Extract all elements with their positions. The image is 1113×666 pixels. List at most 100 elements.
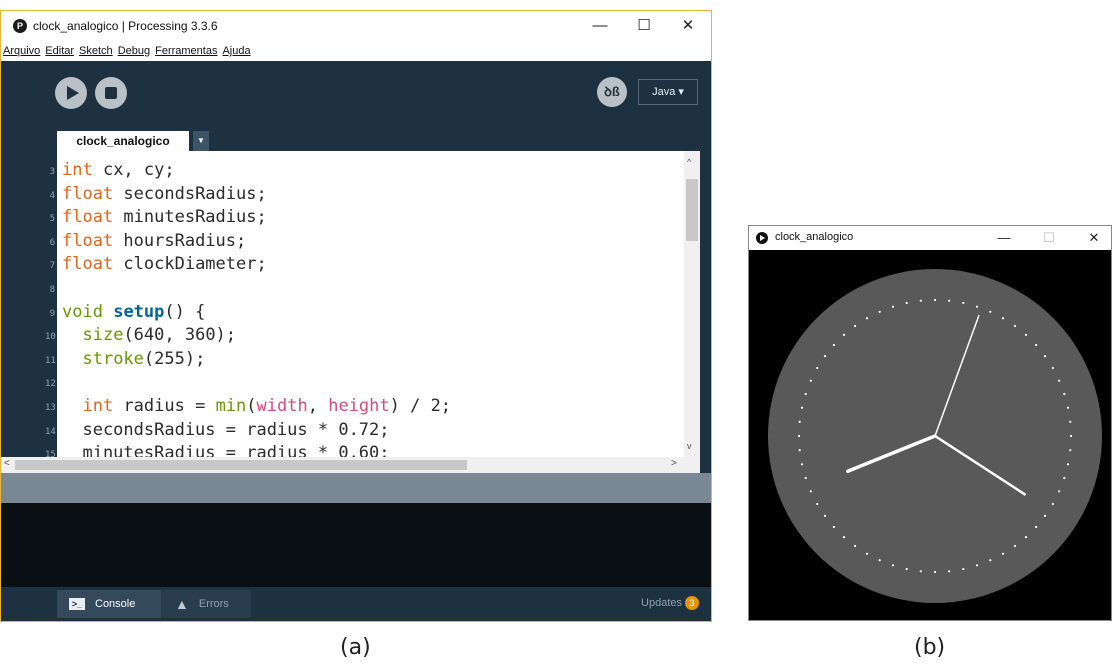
- code-line: float hoursRadius;: [62, 231, 246, 251]
- code-token: float: [62, 254, 114, 275]
- code-token: (640, 360);: [123, 325, 237, 346]
- scroll-left-icon[interactable]: <: [4, 458, 10, 469]
- horizontal-scrollbar[interactable]: < >: [1, 457, 700, 473]
- close-button[interactable]: ✕: [673, 15, 703, 37]
- menu-ajuda[interactable]: Ajuda: [222, 41, 250, 61]
- vertical-scrollbar[interactable]: ^ v: [684, 151, 700, 457]
- minute-dot: [842, 536, 846, 539]
- scroll-up-icon[interactable]: ^: [687, 157, 691, 167]
- code-token: (: [246, 396, 257, 416]
- line-number: 10: [45, 332, 56, 343]
- minute-dot: [1069, 420, 1072, 423]
- updates-button[interactable]: Updates 3: [641, 596, 699, 610]
- code-line: minutesRadius = radius * 0.60;: [62, 443, 390, 457]
- minute-dot: [1013, 544, 1016, 548]
- horizontal-scroll-thumb[interactable]: [15, 460, 467, 470]
- menu-editar[interactable]: Editar: [45, 41, 74, 61]
- maximize-button[interactable]: ☐: [629, 15, 659, 37]
- menu-debug[interactable]: Debug: [118, 41, 150, 61]
- menu-arquivo[interactable]: Arquivo: [3, 41, 40, 61]
- minute-dot: [919, 299, 922, 302]
- minute-dot: [823, 514, 827, 517]
- minute-dot: [797, 434, 801, 438]
- sketch-close-button[interactable]: ✕: [1079, 227, 1109, 249]
- minimize-button[interactable]: —: [585, 15, 615, 37]
- stop-button[interactable]: [95, 77, 127, 109]
- analog-clock-canvas: [749, 250, 1111, 620]
- mode-selector[interactable]: Java ▾: [638, 79, 698, 105]
- code-token: min: [215, 396, 247, 416]
- minute-dot: [962, 567, 965, 571]
- code-token: () {: [164, 301, 206, 322]
- minute-dot: [891, 305, 895, 308]
- minute-dot: [878, 310, 881, 313]
- line-number: 6: [49, 237, 55, 248]
- minute-dot: [1066, 463, 1070, 466]
- console-output: [1, 503, 711, 587]
- ide-toolbar: ꝺß Java ▾: [1, 61, 711, 127]
- code-token: width: [256, 396, 308, 416]
- code-token: cx, cy;: [92, 160, 175, 180]
- code-token: minutesRadius;: [113, 207, 267, 228]
- minute-dot: [842, 333, 846, 336]
- code-line: void setup() {: [62, 302, 205, 322]
- console-tab[interactable]: >_ Console: [57, 590, 161, 618]
- minute-dot: [1063, 476, 1066, 480]
- line-number: 9: [49, 308, 55, 319]
- menu-ferramentas[interactable]: Ferramentas: [155, 41, 217, 61]
- menu-sketch[interactable]: Sketch: [79, 41, 113, 61]
- line-number-gutter: 3 4 5 6 7 8 9 10 11 12 13 14 15: [1, 151, 57, 460]
- scroll-down-icon[interactable]: v: [687, 441, 692, 451]
- run-button[interactable]: [55, 77, 87, 109]
- minute-dot: [1035, 343, 1038, 347]
- code-line: float secondsRadius;: [62, 184, 267, 204]
- minute-dot: [1066, 406, 1070, 409]
- minute-dot: [878, 559, 881, 562]
- minute-dot: [1051, 502, 1054, 506]
- minute-dot: [989, 559, 992, 562]
- line-number: 11: [45, 355, 56, 366]
- ide-window-title: clock_analogico | Processing 3.3.6: [33, 19, 218, 33]
- sketch-titlebar: clock_analogico — ☐ ✕: [749, 226, 1111, 250]
- minute-dot: [1024, 536, 1028, 539]
- minute-dot: [800, 463, 804, 466]
- editor-right-margin: [700, 151, 711, 473]
- tab-clock-analogico[interactable]: clock_analogico: [57, 131, 189, 151]
- minute-dot: [1001, 552, 1005, 555]
- ide-titlebar: P clock_analogico | Processing 3.3.6 — ☐…: [1, 11, 711, 41]
- line-number: 4: [49, 190, 55, 201]
- line-number: 3: [49, 167, 55, 177]
- minute-dot: [975, 305, 979, 308]
- menu-bar: Arquivo Editar Sketch Debug Ferramentas Ajuda: [1, 41, 711, 61]
- sketch-minimize-button[interactable]: —: [989, 227, 1019, 249]
- errors-tab[interactable]: ▲ Errors: [161, 590, 251, 618]
- minute-dot: [1013, 324, 1016, 328]
- scroll-right-icon[interactable]: >: [671, 458, 677, 469]
- minute-dot: [823, 355, 827, 358]
- code-token: float: [62, 183, 114, 204]
- minute-dot: [854, 544, 857, 548]
- minute-dot: [1051, 366, 1054, 370]
- code-line: float minutesRadius;: [62, 207, 267, 227]
- code-token: clockDiameter;: [113, 254, 267, 275]
- vertical-scroll-thumb[interactable]: [686, 179, 698, 241]
- minute-dot: [1001, 317, 1005, 320]
- code-editor[interactable]: int cx, cy; float secondsRadius; float min…: [57, 151, 684, 457]
- debugger-icon[interactable]: ꝺß: [597, 77, 627, 107]
- code-token: ) / 2;: [389, 396, 452, 416]
- minute-dot: [798, 449, 801, 452]
- minute-dot: [1058, 379, 1061, 382]
- line-number: 14: [45, 426, 56, 437]
- warning-icon: ▲: [175, 596, 189, 613]
- minute-dot: [905, 301, 908, 305]
- code-token: minutesRadius = radius * 0.60;: [62, 443, 390, 457]
- updates-label: Updates: [641, 596, 682, 609]
- code-token: (255);: [143, 348, 206, 369]
- sketch-maximize-button[interactable]: ☐: [1034, 227, 1064, 249]
- processing-ide-window: P clock_analogico | Processing 3.3.6 — ☐…: [0, 10, 712, 622]
- minute-dot: [798, 420, 801, 423]
- tab-menu-arrow-icon[interactable]: ▼: [193, 131, 209, 151]
- errors-tab-label: Errors: [198, 598, 229, 611]
